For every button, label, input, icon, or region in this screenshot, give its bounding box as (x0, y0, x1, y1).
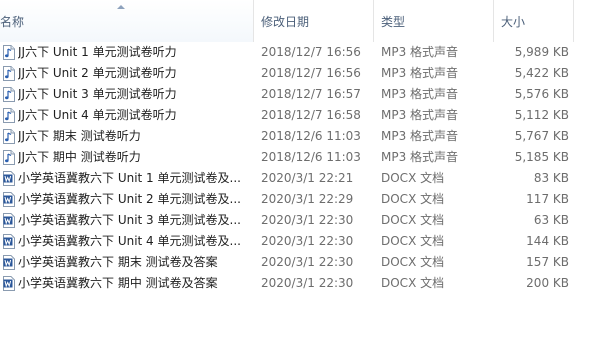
column-header-name-label: 名称 (0, 15, 25, 29)
file-name: 小学英语冀教六下 期中 测试卷及答案 (18, 276, 218, 290)
file-type: DOCX 文档 (381, 234, 445, 248)
column-header-name[interactable]: 名称 (0, 0, 253, 42)
file-size: 5,112 KB (514, 108, 569, 122)
file-name: JJ六下 期末 测试卷听力 (18, 129, 141, 143)
file-row[interactable]: JJ六下 Unit 4 单元测试卷听力 2018/12/7 16:58 MP3 格式… (0, 105, 603, 126)
file-modified-date: 2018/12/6 11:03 (261, 150, 361, 164)
file-row[interactable]: 小学英语冀教六下 期末 测试卷及答案 2020/3/1 22:30 DOCX 文档 1… (0, 252, 603, 273)
file-row[interactable]: JJ六下 Unit 1 单元测试卷听力 2018/12/7 16:56 MP3 格式… (0, 42, 603, 63)
file-size: 5,422 KB (514, 66, 569, 80)
file-type: DOCX 文档 (381, 255, 445, 269)
file-row[interactable]: 小学英语冀教六下 Unit 2 单元测试卷及... 2020/3/1 22:29 D… (0, 189, 603, 210)
file-modified-date: 2018/12/7 16:58 (261, 108, 361, 122)
file-type: MP3 格式声音 (381, 129, 459, 143)
audio-file-icon (3, 66, 15, 81)
file-modified-date: 2018/12/7 16:56 (261, 66, 361, 80)
file-size: 5,185 KB (514, 150, 569, 164)
file-size: 144 KB (526, 234, 569, 248)
file-row[interactable]: JJ六下 期中 测试卷听力 2018/12/6 11:03 MP3 格式声音 5,18… (0, 147, 603, 168)
column-divider[interactable] (253, 0, 254, 42)
word-document-icon (3, 213, 15, 228)
word-document-icon (3, 171, 15, 186)
file-row[interactable]: 小学英语冀教六下 Unit 1 单元测试卷及... 2020/3/1 22:21 D… (0, 168, 603, 189)
column-header-size-label: 大小 (501, 15, 526, 29)
column-header-size[interactable]: 大小 (497, 0, 573, 42)
file-name: 小学英语冀教六下 Unit 1 单元测试卷及... (18, 171, 241, 185)
audio-file-icon (3, 45, 15, 60)
audio-file-icon (3, 129, 15, 144)
column-header-date[interactable]: 修改日期 (257, 0, 373, 42)
file-name: JJ六下 Unit 4 单元测试卷听力 (18, 108, 177, 122)
file-size: 83 KB (533, 171, 569, 185)
file-size: 5,989 KB (514, 45, 569, 59)
file-type: MP3 格式声音 (381, 87, 459, 101)
audio-file-icon (3, 150, 15, 165)
file-name: JJ六下 Unit 1 单元测试卷听力 (18, 45, 177, 59)
file-modified-date: 2020/3/1 22:30 (261, 213, 354, 227)
file-name: 小学英语冀教六下 Unit 2 单元测试卷及... (18, 192, 241, 206)
file-size: 5,576 KB (514, 87, 569, 101)
file-modified-date: 2018/12/7 16:56 (261, 45, 361, 59)
word-document-icon (3, 255, 15, 270)
file-modified-date: 2018/12/6 11:03 (261, 129, 361, 143)
column-divider[interactable] (573, 0, 574, 42)
file-name: JJ六下 期中 测试卷听力 (18, 150, 141, 164)
file-size: 200 KB (526, 276, 569, 290)
file-row[interactable]: 小学英语冀教六下 Unit 4 单元测试卷及... 2020/3/1 22:30 D… (0, 231, 603, 252)
word-document-icon (3, 234, 15, 249)
file-modified-date: 2018/12/7 16:57 (261, 87, 361, 101)
file-type: DOCX 文档 (381, 171, 445, 185)
column-divider[interactable] (493, 0, 494, 42)
file-type: MP3 格式声音 (381, 66, 459, 80)
column-header-bar: 名称 修改日期 类型 大小 (0, 0, 603, 42)
file-type: DOCX 文档 (381, 192, 445, 206)
file-size: 5,767 KB (514, 129, 569, 143)
column-header-type[interactable]: 类型 (377, 0, 493, 42)
file-row[interactable]: JJ六下 期末 测试卷听力 2018/12/6 11:03 MP3 格式声音 5,76… (0, 126, 603, 147)
column-header-type-label: 类型 (381, 15, 406, 29)
file-row[interactable]: 小学英语冀教六下 期中 测试卷及答案 2020/3/1 22:30 DOCX 文档 2… (0, 273, 603, 294)
file-name: 小学英语冀教六下 Unit 4 单元测试卷及... (18, 234, 241, 248)
file-list: JJ六下 Unit 1 单元测试卷听力 2018/12/7 16:56 MP3 格式… (0, 42, 603, 294)
word-document-icon (3, 276, 15, 291)
word-document-icon (3, 192, 15, 207)
file-modified-date: 2020/3/1 22:30 (261, 255, 354, 269)
sort-ascending-icon (117, 5, 125, 9)
file-name: 小学英语冀教六下 Unit 3 单元测试卷及... (18, 213, 241, 227)
file-row[interactable]: JJ六下 Unit 2 单元测试卷听力 2018/12/7 16:56 MP3 格式… (0, 63, 603, 84)
column-header-date-label: 修改日期 (261, 15, 310, 29)
file-row[interactable]: 小学英语冀教六下 Unit 3 单元测试卷及... 2020/3/1 22:30 D… (0, 210, 603, 231)
file-size: 63 KB (533, 213, 569, 227)
file-type: DOCX 文档 (381, 276, 445, 290)
file-type: MP3 格式声音 (381, 108, 459, 122)
file-modified-date: 2020/3/1 22:30 (261, 234, 354, 248)
file-type: DOCX 文档 (381, 213, 445, 227)
column-divider[interactable] (373, 0, 374, 42)
audio-file-icon (3, 108, 15, 123)
file-modified-date: 2020/3/1 22:30 (261, 276, 354, 290)
file-type: MP3 格式声音 (381, 45, 459, 59)
file-name: JJ六下 Unit 2 单元测试卷听力 (18, 66, 177, 80)
file-name: 小学英语冀教六下 期末 测试卷及答案 (18, 255, 218, 269)
file-modified-date: 2020/3/1 22:21 (261, 171, 354, 185)
file-name: JJ六下 Unit 3 单元测试卷听力 (18, 87, 177, 101)
file-modified-date: 2020/3/1 22:29 (261, 192, 354, 206)
audio-file-icon (3, 87, 15, 102)
file-size: 117 KB (526, 192, 569, 206)
file-size: 157 KB (526, 255, 569, 269)
file-type: MP3 格式声音 (381, 150, 459, 164)
file-row[interactable]: JJ六下 Unit 3 单元测试卷听力 2018/12/7 16:57 MP3 格式… (0, 84, 603, 105)
